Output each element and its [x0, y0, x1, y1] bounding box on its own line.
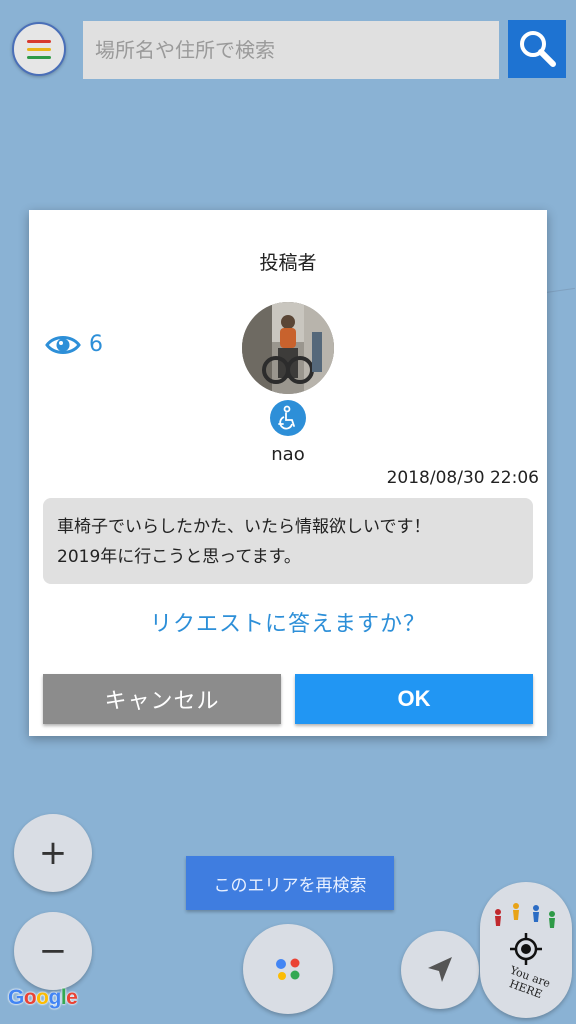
menu-button[interactable]	[12, 22, 66, 76]
search-button[interactable]	[508, 20, 566, 78]
google-letter-o1: o	[23, 986, 37, 1009]
eye-icon	[45, 335, 81, 354]
view-counter: 6	[45, 332, 103, 357]
username: nao	[271, 444, 305, 465]
google-assistant-icon	[276, 958, 300, 980]
view-count: 6	[89, 332, 103, 357]
search-bar[interactable]	[83, 21, 499, 79]
post-dialog: 投稿者 6 nao 2018/08/30 22:06 車椅子でいらしたかた、いた…	[29, 210, 547, 736]
message-line-1: 車椅子でいらしたかた、いたら情報欲しいです！	[57, 517, 431, 537]
request-question: リクエストに答えますか？	[149, 612, 426, 637]
magnifier-icon	[520, 31, 556, 67]
assistant-button[interactable]	[243, 924, 333, 1014]
google-logo: Google	[8, 986, 78, 1010]
zoom-out-button[interactable]: −	[14, 912, 92, 990]
navigate-button[interactable]	[401, 931, 479, 1009]
post-timestamp: 2018/08/30 22:06	[386, 468, 539, 488]
zoom-in-button[interactable]: +	[14, 814, 92, 892]
ok-button[interactable]: OK	[295, 674, 533, 724]
message-box: 車椅子でいらしたかた、いたら情報欲しいです！ 2019年に行こうと思ってます。	[43, 498, 533, 584]
avatar	[242, 302, 334, 394]
avatar-photo	[242, 302, 334, 394]
menu-line-yellow	[27, 47, 51, 51]
navigation-arrow-icon	[428, 957, 452, 982]
search-input[interactable]	[95, 38, 499, 62]
people-group-icon	[495, 903, 555, 928]
google-letter-g2: g	[48, 986, 62, 1009]
message-line-2: 2019年に行こうと思ってます。	[57, 547, 301, 567]
menu-line-green	[27, 55, 51, 59]
google-letter-o2: o	[36, 986, 49, 1009]
google-letter-e: e	[66, 986, 78, 1009]
minus-icon: −	[38, 931, 68, 971]
menu-line-red	[27, 39, 51, 43]
google-letter-g: G	[8, 986, 24, 1009]
search-this-area-button[interactable]: このエリアを再検索	[186, 856, 394, 910]
wheelchair-icon	[278, 405, 295, 430]
plus-icon: +	[38, 833, 68, 873]
dialog-title: 投稿者	[259, 252, 317, 274]
cancel-button[interactable]: キャンセル	[43, 674, 281, 724]
crosshair-icon	[510, 933, 542, 965]
my-location-button[interactable]: You are HERE	[480, 882, 572, 1018]
wheelchair-badge	[270, 400, 306, 436]
